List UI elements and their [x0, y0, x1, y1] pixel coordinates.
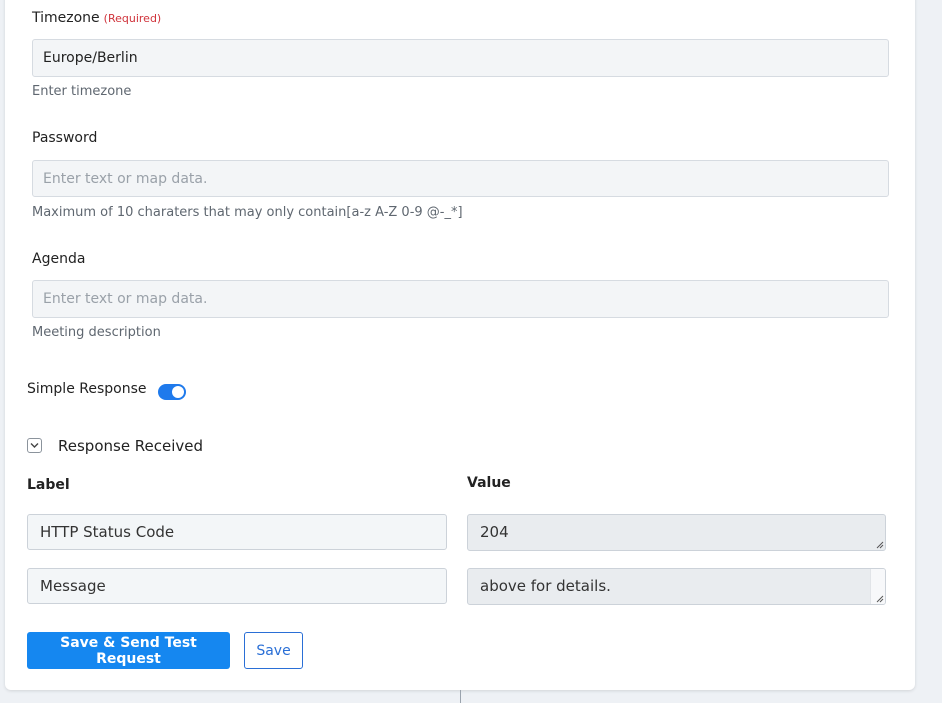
- timezone-label: Timezone (Required): [32, 10, 162, 26]
- save-send-test-button[interactable]: Save & Send Test Request: [27, 632, 230, 669]
- response-row-value[interactable]: above for details.: [467, 568, 886, 605]
- toggle-knob: [172, 386, 184, 398]
- collapse-toggle[interactable]: [27, 438, 42, 453]
- save-button[interactable]: Save: [244, 632, 303, 669]
- agenda-label: Agenda: [32, 251, 86, 267]
- value-column-header: Value: [467, 475, 511, 491]
- response-row-value-text: 204: [480, 523, 509, 541]
- resize-grip-icon[interactable]: [875, 540, 884, 549]
- simple-response-label: Simple Response: [27, 381, 147, 397]
- response-row-label[interactable]: HTTP Status Code: [27, 514, 447, 550]
- password-input[interactable]: [32, 160, 889, 197]
- resize-grip-icon[interactable]: [875, 594, 884, 603]
- response-row-label[interactable]: Message: [27, 568, 447, 604]
- agenda-hint: Meeting description: [32, 325, 161, 340]
- label-column-header: Label: [27, 477, 70, 493]
- agenda-input[interactable]: [32, 280, 889, 318]
- divider-line: [460, 690, 461, 703]
- response-received-title: Response Received: [58, 437, 204, 455]
- response-row-value[interactable]: 204: [467, 514, 886, 551]
- password-hint: Maximum of 10 charaters that may only co…: [32, 205, 463, 220]
- response-row-value-text: above for details.: [480, 577, 611, 595]
- password-label: Password: [32, 130, 98, 146]
- timezone-input[interactable]: [32, 39, 889, 77]
- required-marker: (Required): [103, 12, 162, 25]
- chevron-down-icon: [30, 443, 39, 448]
- simple-response-toggle[interactable]: [158, 384, 186, 400]
- timezone-hint: Enter timezone: [32, 84, 132, 99]
